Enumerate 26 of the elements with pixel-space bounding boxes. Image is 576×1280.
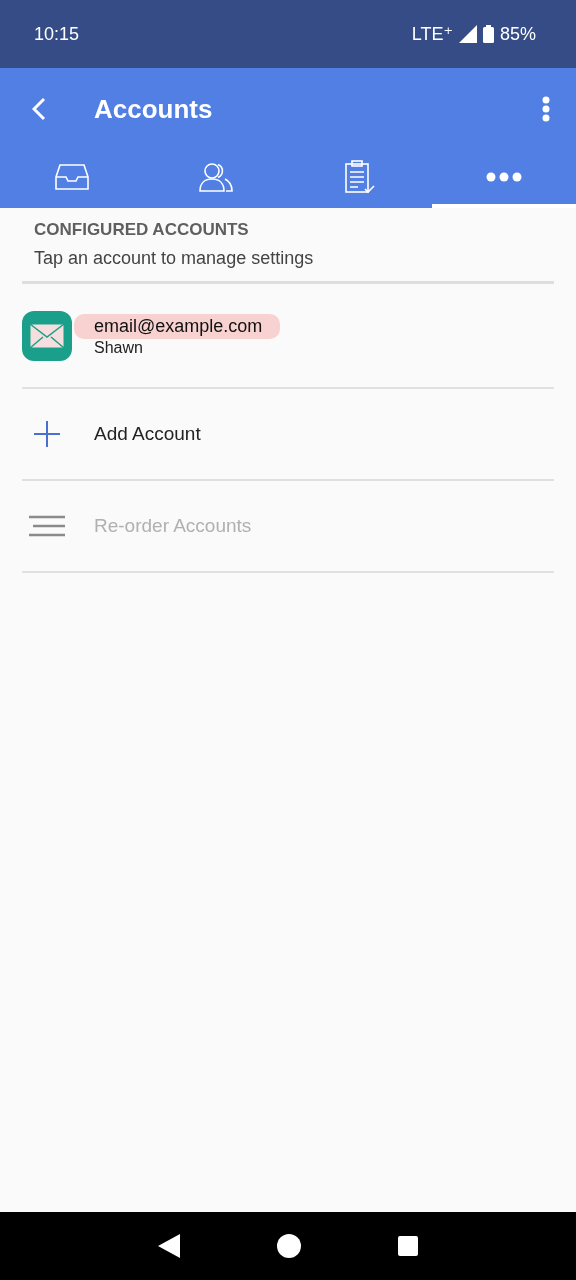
clipboard-check-icon <box>344 160 376 194</box>
back-triangle-icon[interactable] <box>158 1234 181 1258</box>
more-horizontal-icon <box>486 172 522 182</box>
action-row[interactable]: Add Account <box>22 389 554 481</box>
recents-square-icon[interactable] <box>397 1236 418 1256</box>
action-label: Re-order Accounts <box>94 515 252 537</box>
chevron-left-icon <box>32 97 46 121</box>
account-row[interactable]: email@example.com Shawn <box>22 284 554 389</box>
section-heading: CONFIGURED ACCOUNTS <box>33 219 250 240</box>
reorder-lines-icon <box>28 515 66 537</box>
battery-icon <box>482 25 494 43</box>
home-circle-icon[interactable] <box>277 1234 301 1258</box>
action-label: Add Account <box>94 423 201 445</box>
status-time: 10:15 <box>34 23 81 45</box>
account-name: Shawn <box>94 339 144 357</box>
screen-title: Accounts <box>94 93 214 125</box>
people-icon <box>199 162 233 192</box>
signal-icon <box>458 25 477 43</box>
battery-percent: 85% <box>499 23 536 45</box>
inbox-icon <box>55 163 89 191</box>
more-vertical-icon <box>542 96 550 122</box>
mail-avatar-icon <box>22 310 72 361</box>
account-email: email@example.com <box>74 314 281 339</box>
section-subtitle: Tap an account to manage settings <box>22 240 554 284</box>
network-type: LTE⁺ <box>411 23 453 45</box>
plus-icon <box>33 420 61 448</box>
